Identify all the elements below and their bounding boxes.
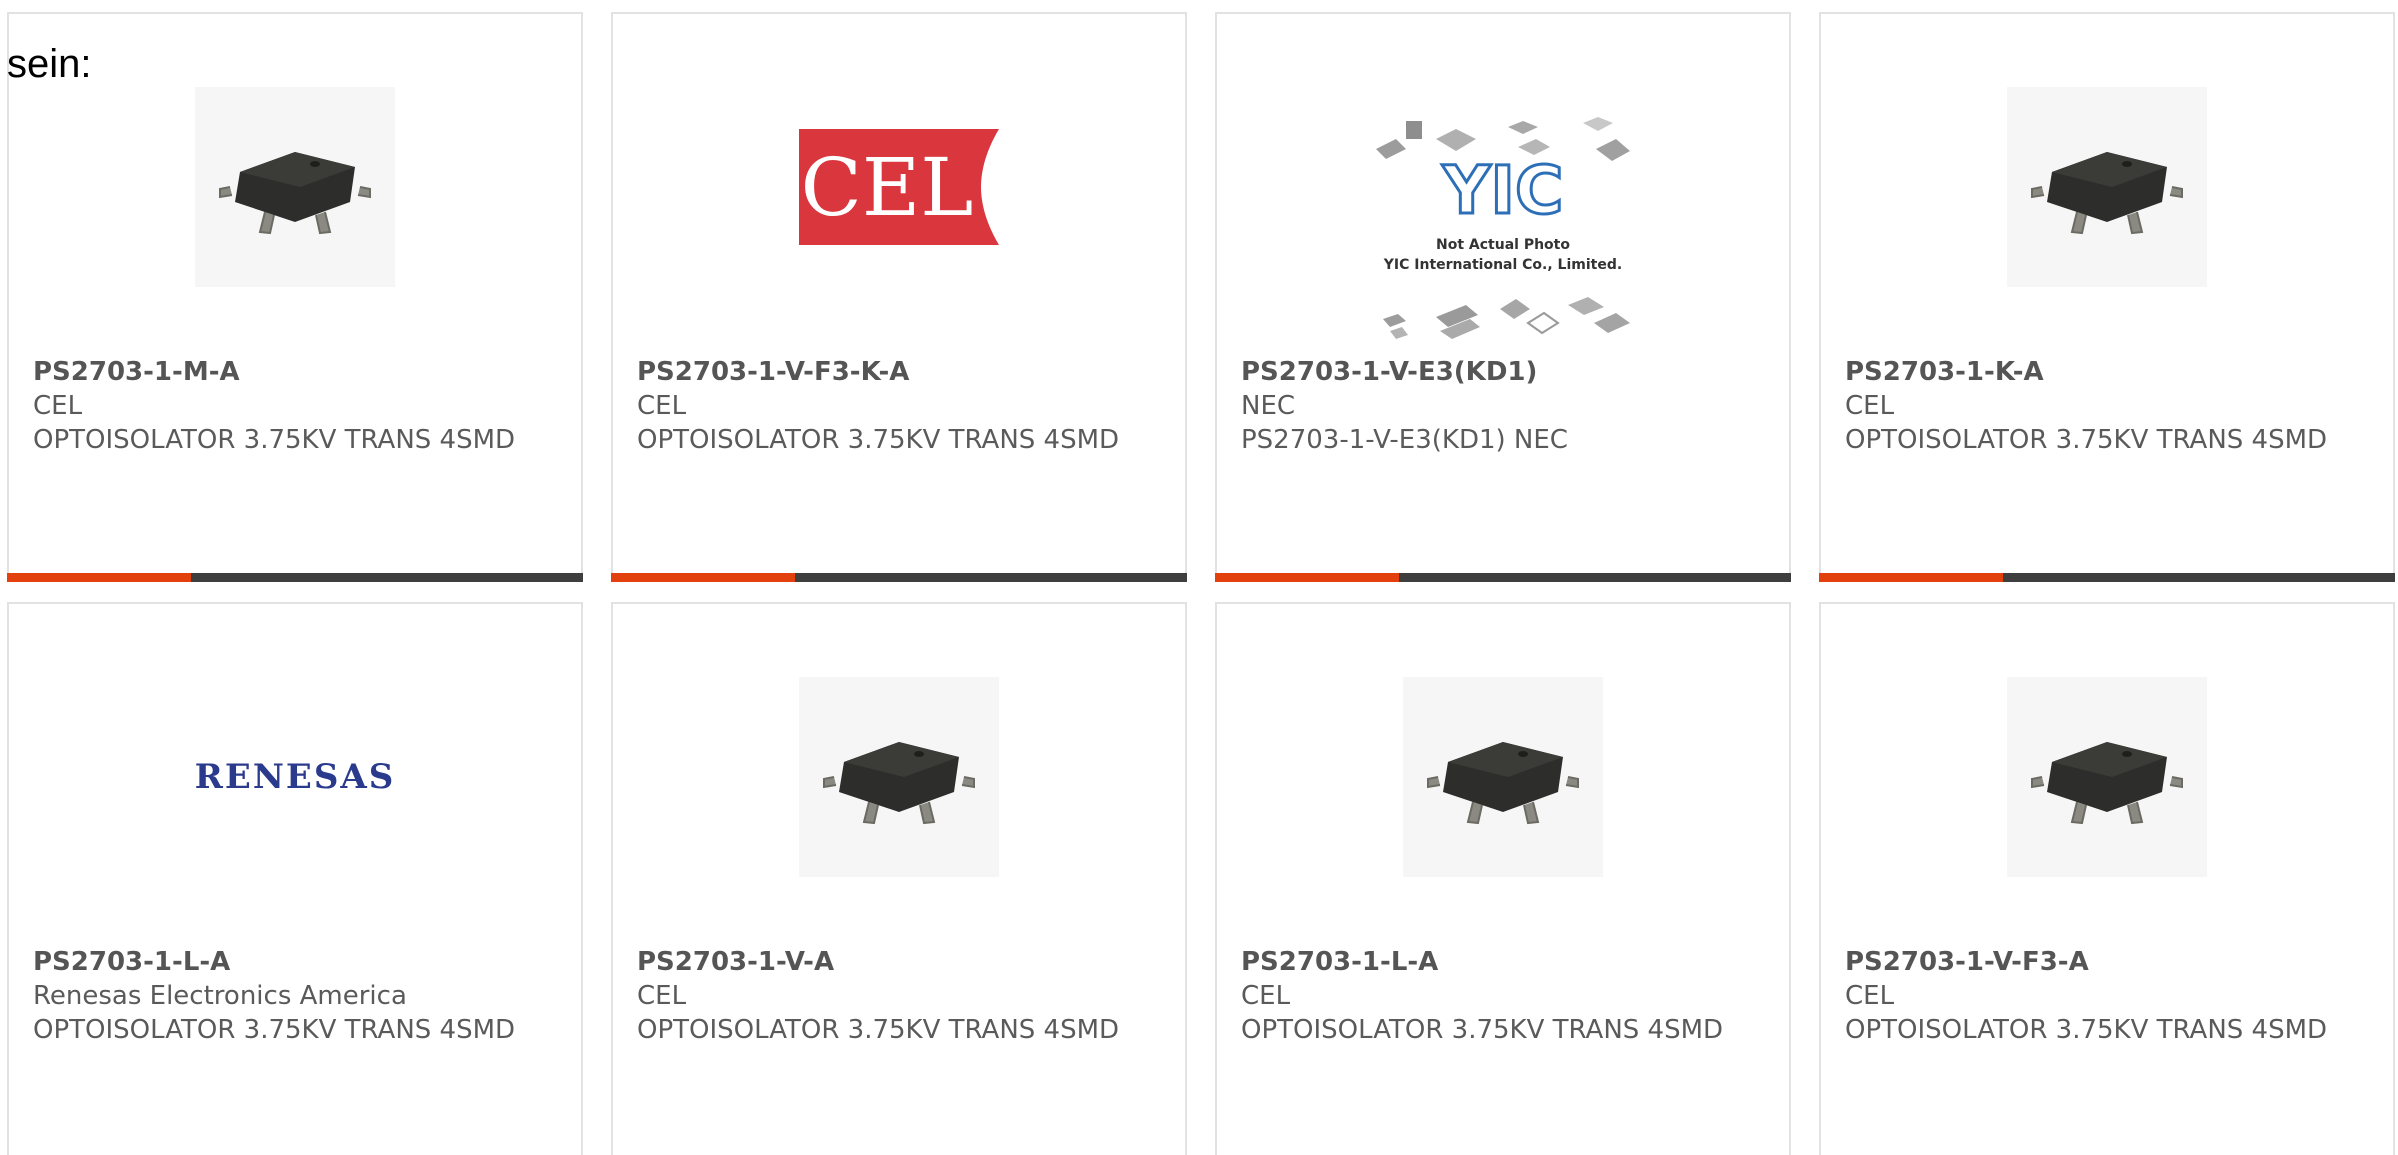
manufacturer: NEC [1241,391,1296,421]
manufacturer: CEL [637,981,687,1011]
product-image[interactable] [613,672,1185,882]
part-number-link[interactable]: PS2703-1-L-A [1241,945,1769,979]
part-number-link[interactable]: PS2703-1-K-A [1845,355,2373,389]
product-image[interactable]: YIC Not Actual Photo YIC International C… [1217,104,1789,354]
product-description: OPTOISOLATOR 3.75KV TRANS 4SMD [33,1015,516,1045]
product-description: OPTOISOLATOR 3.75KV TRANS 4SMD [1241,1015,1724,1045]
part-number-link[interactable]: PS2703-1-V-E3(KD1) [1241,355,1769,389]
part-number-link[interactable]: PS2703-1-V-F3-A [1845,945,2373,979]
product-image[interactable] [1821,672,2393,882]
smd-chip-photo [195,87,395,287]
manufacturer: CEL [1845,981,1895,1011]
photo-caption-line-1: Not Actual Photo [1436,237,1570,253]
product-image[interactable] [9,82,581,292]
product-image[interactable] [1821,82,2393,292]
cel-logo-text: CEL [801,141,974,234]
smd-chip-photo [799,677,999,877]
card-bottom-bar [611,573,1187,582]
product-image[interactable] [1217,672,1789,882]
product-description: OPTOISOLATOR 3.75KV TRANS 4SMD [1845,425,2328,455]
product-card[interactable]: PS2703-1-V-A CEL OPTOISOLATOR 3.75KV TRA… [611,602,1187,1155]
smd-chip-photo [2007,677,2207,877]
part-number-link[interactable]: PS2703-1-V-A [637,945,1165,979]
manufacturer: CEL [1845,391,1895,421]
product-card[interactable]: RENESAS PS2703-1-L-A Renesas Electronics… [7,602,583,1155]
product-card[interactable]: CEL PS2703-1-V-F3-K-A CEL OPTOISOLATOR 3… [611,12,1187,582]
product-card[interactable]: YIC Not Actual Photo YIC International C… [1215,12,1791,582]
renesas-logo-icon: RENESAS [194,757,396,797]
yic-logo-text: YIC [1442,152,1564,229]
card-bar-accent [1819,573,2003,582]
product-card[interactable]: PS2703-1-V-F3-A CEL OPTOISOLATOR 3.75KV … [1819,602,2395,1155]
product-description: OPTOISOLATOR 3.75KV TRANS 4SMD [637,1015,1120,1045]
yic-placeholder-icon: YIC Not Actual Photo YIC International C… [1376,117,1630,339]
product-grid-page: sein: PS2703-1-M-A CEL OPTOISOLATOR 3.75… [0,0,2398,1155]
manufacturer: CEL [33,391,83,421]
manufacturer: CEL [637,391,687,421]
smd-chip-photo [2007,87,2207,287]
part-number-link[interactable]: PS2703-1-L-A [33,945,561,979]
card-bar-accent [611,573,795,582]
manufacturer: Renesas Electronics America [33,981,407,1011]
card-bar-accent [1215,573,1399,582]
cel-logo-icon: CEL [799,129,999,245]
smd-chip-photo [1403,677,1603,877]
manufacturer: CEL [1241,981,1291,1011]
product-image[interactable]: CEL [613,82,1185,292]
product-card[interactable]: PS2703-1-L-A CEL OPTOISOLATOR 3.75KV TRA… [1215,602,1791,1155]
part-number-link[interactable]: PS2703-1-M-A [33,355,561,389]
intro-text: sein: [7,42,92,86]
card-bar-accent [7,573,191,582]
part-number-link[interactable]: PS2703-1-V-F3-K-A [637,355,1165,389]
product-card[interactable]: PS2703-1-M-A CEL OPTOISOLATOR 3.75KV TRA… [7,12,583,582]
product-card[interactable]: PS2703-1-K-A CEL OPTOISOLATOR 3.75KV TRA… [1819,12,2395,582]
card-bottom-bar [7,573,583,582]
product-description: PS2703-1-V-E3(KD1) NEC [1241,425,1568,455]
product-description: OPTOISOLATOR 3.75KV TRANS 4SMD [637,425,1120,455]
product-description: OPTOISOLATOR 3.75KV TRANS 4SMD [1845,1015,2328,1045]
photo-caption-line-2: YIC International Co., Limited. [1383,257,1622,273]
card-bottom-bar [1819,573,2395,582]
product-image[interactable]: RENESAS [9,672,581,882]
card-bottom-bar [1215,573,1791,582]
product-description: OPTOISOLATOR 3.75KV TRANS 4SMD [33,425,516,455]
